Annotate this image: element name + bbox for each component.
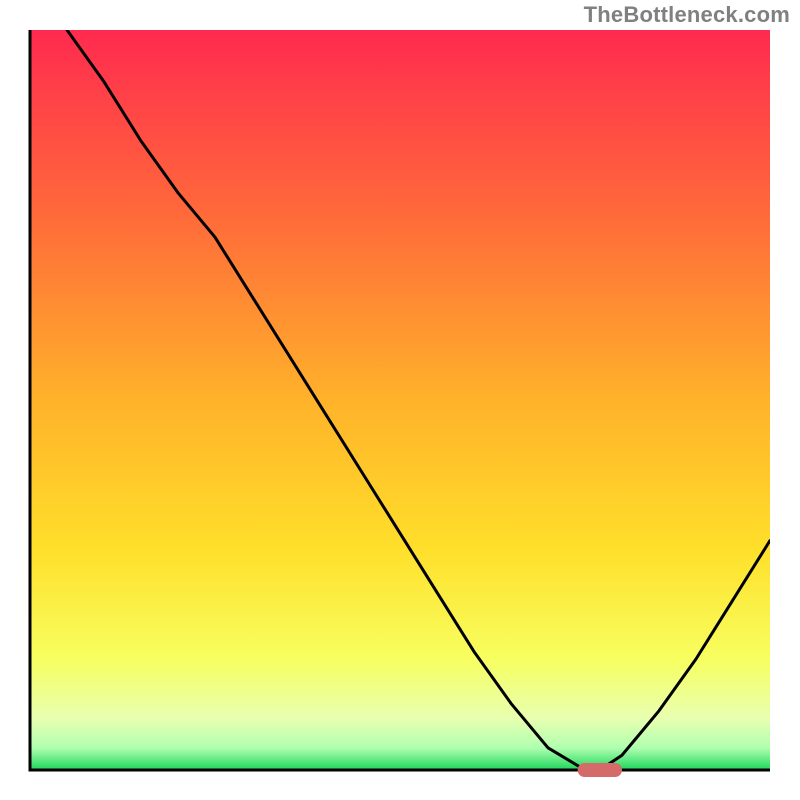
bottleneck-chart xyxy=(0,0,800,800)
watermark-text: TheBottleneck.com xyxy=(584,2,790,28)
optimal-marker xyxy=(578,763,622,777)
